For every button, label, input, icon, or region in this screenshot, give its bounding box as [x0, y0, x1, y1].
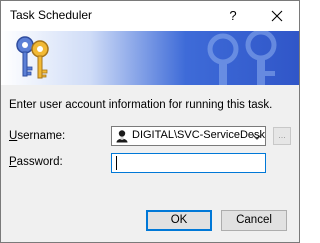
help-button[interactable]: ? [223, 6, 243, 26]
ok-button[interactable]: OK [146, 210, 212, 231]
username-combobox[interactable]: DIGITAL\SVC-ServiceDesk [111, 126, 266, 146]
cancel-button[interactable]: Cancel [221, 210, 287, 231]
username-label: Username: [9, 130, 66, 142]
keys-icon [11, 33, 57, 85]
instruction-text: Enter user account information for runni… [9, 99, 273, 111]
username-value: DIGITAL\SVC-ServiceDesk [132, 129, 266, 141]
header-banner [1, 31, 299, 85]
password-label: Password: [9, 156, 63, 168]
chevron-down-icon[interactable] [252, 130, 262, 148]
keys-watermark-icon [201, 31, 299, 85]
password-field[interactable] [111, 153, 266, 173]
window-title: Task Scheduler [10, 8, 93, 22]
task-scheduler-dialog: Task Scheduler ? Enter user account info… [0, 0, 300, 243]
browse-users-button[interactable]: ... [273, 127, 291, 145]
user-account-icon [115, 129, 129, 148]
title-bar: Task Scheduler ? [1, 1, 299, 31]
close-icon[interactable] [267, 6, 287, 26]
text-caret [116, 156, 117, 170]
